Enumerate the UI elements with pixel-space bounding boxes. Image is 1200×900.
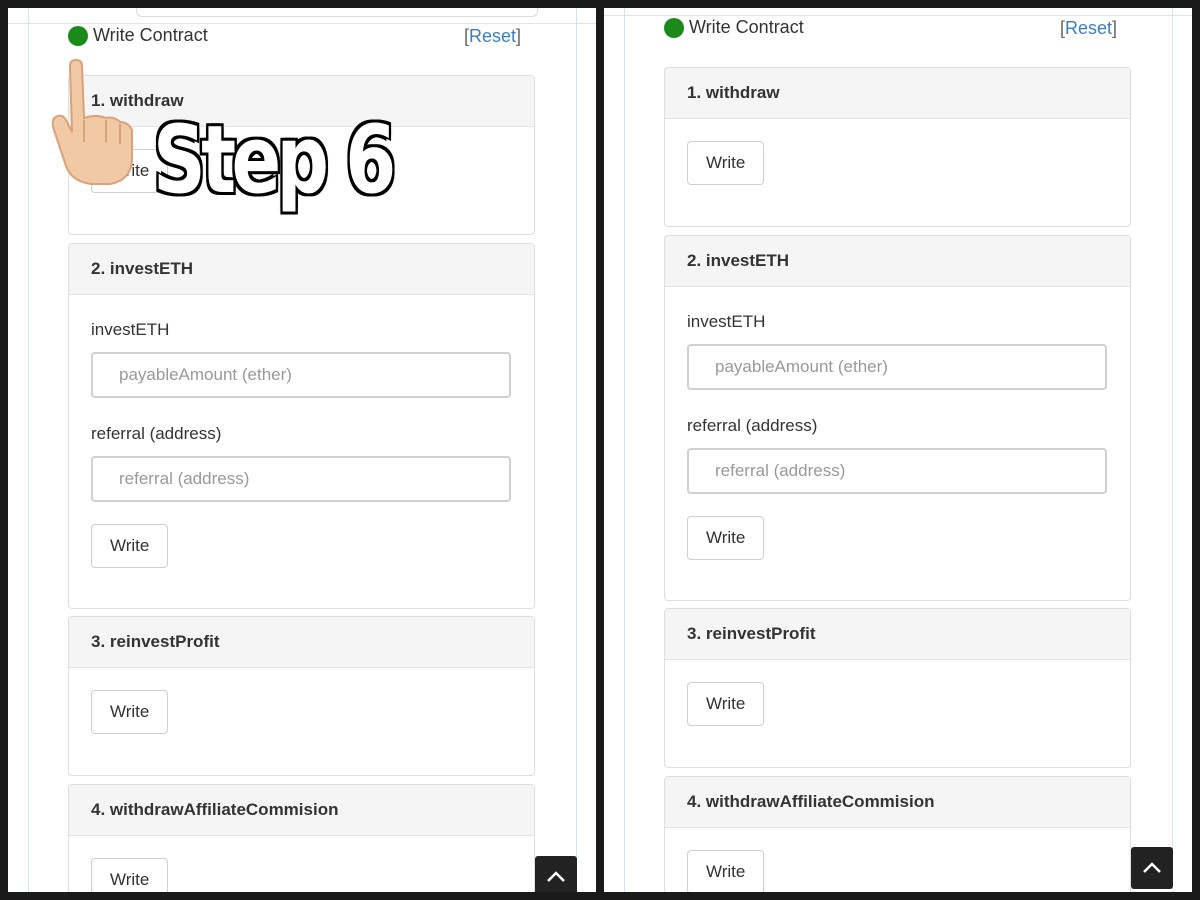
- function-card-investeth: 2. investETH investETH referral (address…: [68, 243, 535, 609]
- scroll-to-top-button[interactable]: [535, 856, 577, 892]
- write-contract-header: Write Contract: [664, 17, 804, 38]
- header-title: Write Contract: [689, 17, 804, 37]
- write-button[interactable]: Write: [687, 682, 765, 726]
- right-screenshot-panel: Write Contract [Reset] 1. withdraw Write…: [604, 8, 1192, 892]
- step-label: Step 6: [152, 105, 398, 217]
- write-button[interactable]: Write: [687, 141, 765, 185]
- reset-link[interactable]: Reset: [469, 26, 516, 46]
- function-title[interactable]: 2. investETH: [665, 236, 1130, 287]
- function-card-withdrawaffiliatecommision: 4. withdrawAffiliateCommision Write: [68, 784, 535, 892]
- function-title[interactable]: 4. withdrawAffiliateCommision: [69, 785, 534, 836]
- field-label: investETH: [687, 312, 766, 331]
- reset-bracket-close: ]: [516, 26, 522, 46]
- function-title[interactable]: 3. reinvestProfit: [665, 609, 1130, 660]
- write-button[interactable]: Write: [91, 858, 169, 892]
- function-title[interactable]: 3. reinvestProfit: [69, 617, 534, 668]
- field-label: referral (address): [687, 416, 818, 435]
- write-button[interactable]: Write: [687, 516, 765, 560]
- function-title[interactable]: 2. investETH: [69, 244, 534, 295]
- referral-address-input[interactable]: [91, 456, 511, 502]
- function-card-investeth: 2. investETH investETH referral (address…: [664, 235, 1131, 601]
- referral-address-input[interactable]: [687, 448, 1107, 494]
- function-title[interactable]: 4. withdrawAffiliateCommision: [665, 777, 1130, 828]
- payable-amount-input[interactable]: [91, 352, 511, 398]
- header-title: Write Contract: [93, 25, 208, 45]
- field-label: referral (address): [91, 424, 222, 443]
- function-card-reinvestprofit: 3. reinvestProfit Write: [664, 608, 1131, 768]
- pointing-hand-icon: [51, 58, 133, 185]
- write-button[interactable]: Write: [91, 524, 169, 568]
- write-contract-header: Write Contract: [68, 25, 208, 46]
- connected-status-icon: [68, 25, 88, 46]
- reset-bracket-close: ]: [1112, 18, 1118, 38]
- function-title[interactable]: 1. withdraw: [665, 68, 1130, 119]
- scroll-to-top-button[interactable]: [1131, 847, 1173, 889]
- write-button[interactable]: Write: [91, 690, 169, 734]
- reset-link[interactable]: Reset: [1065, 18, 1112, 38]
- write-button[interactable]: Write: [687, 850, 765, 892]
- left-screenshot-panel: Write Contract [Reset] 1. withdraw Write…: [8, 8, 596, 892]
- function-card-reinvestprofit: 3. reinvestProfit Write: [68, 616, 535, 776]
- field-label: investETH: [91, 320, 170, 339]
- payable-amount-input[interactable]: [687, 344, 1107, 390]
- reset-control: [Reset]: [464, 26, 521, 47]
- chevron-up-icon: [1143, 862, 1161, 873]
- chevron-up-icon: [547, 871, 565, 882]
- reset-control: [Reset]: [1060, 18, 1117, 39]
- function-card-withdraw: 1. withdraw Write: [664, 67, 1131, 227]
- connected-status-icon: [664, 17, 684, 38]
- function-card-withdrawaffiliatecommision: 4. withdrawAffiliateCommision Write: [664, 776, 1131, 892]
